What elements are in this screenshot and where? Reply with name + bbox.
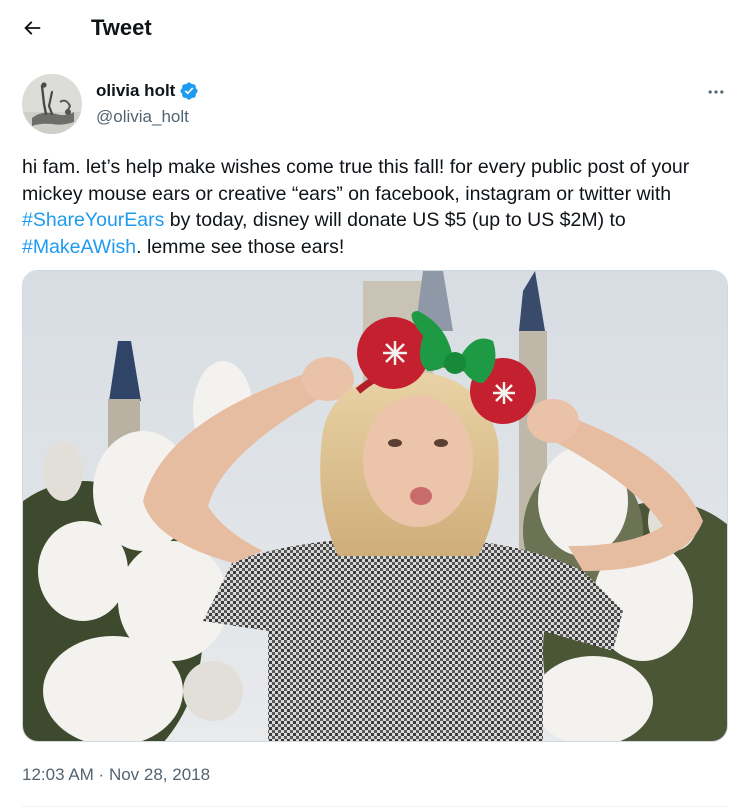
hashtag-link[interactable]: #ShareYourEars (22, 209, 164, 231)
tweet-time[interactable]: 12:03 AM (22, 765, 94, 784)
page-title: Tweet (91, 15, 152, 40)
divider (22, 806, 728, 807)
verified-badge-icon[interactable] (179, 81, 199, 101)
arrow-left-icon (24, 21, 41, 35)
tweet-date[interactable]: Nov 28, 2018 (109, 765, 210, 784)
hashtag-link[interactable]: #MakeAWish (22, 236, 136, 258)
back-button[interactable] (14, 10, 50, 46)
tweet-text: hi fam. let’s help make wishes come true… (22, 154, 734, 260)
avatar[interactable] (22, 74, 82, 134)
display-name[interactable]: olivia holt (96, 80, 175, 102)
more-horizontal-icon (708, 90, 724, 94)
handle[interactable]: @olivia_holt (96, 106, 189, 128)
more-options-button[interactable] (702, 78, 730, 106)
tweet-photo[interactable] (22, 270, 728, 742)
photo-image (23, 271, 727, 741)
tweet-text-part: . lemme see those ears! (136, 235, 345, 258)
avatar-image (22, 74, 82, 134)
tweet-text-part: by today, disney will donate US $5 (up t… (164, 209, 632, 231)
tweet-text-part: hi fam. let’s help make wishes come true… (22, 156, 695, 205)
author-row: olivia holt @olivia_holt (22, 72, 730, 136)
header: Tweet (0, 0, 747, 56)
tweet-timestamp[interactable]: 12:03 AM · Nov 28, 2018 (22, 764, 210, 786)
name-line: olivia holt (96, 80, 199, 102)
meta-separator: · (93, 765, 109, 784)
